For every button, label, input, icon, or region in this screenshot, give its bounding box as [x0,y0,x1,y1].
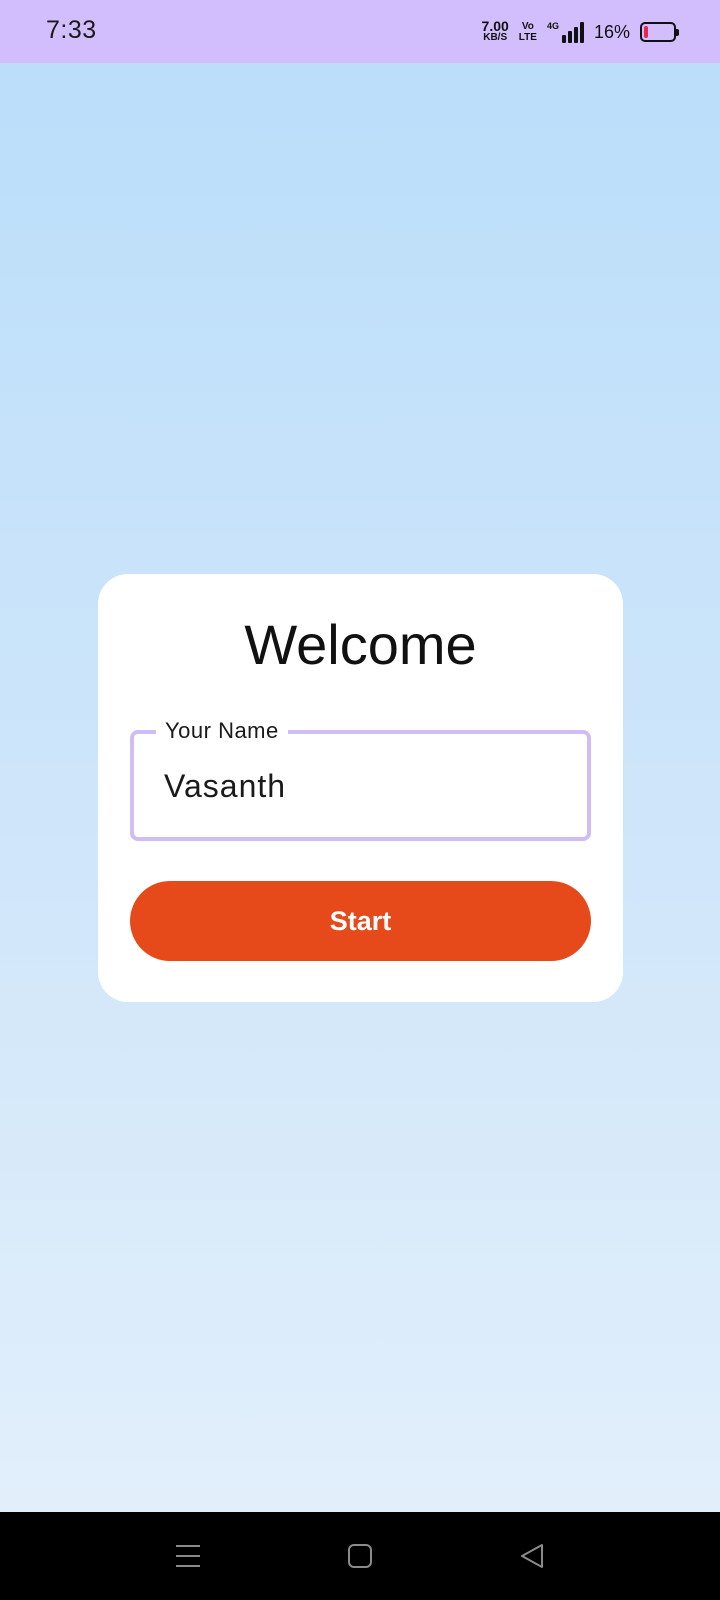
network-speed-value: 7.00 [481,18,509,34]
name-field[interactable]: Your Name [130,718,591,841]
start-button[interactable]: Start [130,881,591,961]
menu-icon[interactable] [170,1538,206,1574]
battery-percent: 16% [593,21,630,42]
welcome-title: Welcome [244,613,477,676]
navigation-bar [0,1512,720,1600]
signal-bar [561,35,566,43]
signal-bar [579,22,584,43]
main-area: Welcome Your Name Start [0,63,720,1512]
home-icon[interactable] [342,1538,378,1574]
status-time: 7:33 [46,16,97,44]
volte-icon: Vo LTE [519,21,537,43]
battery-fill [644,26,648,38]
battery-icon [640,22,679,42]
status-bar: 7:33 7.00 KB/S Vo LTE 4G 16% [0,0,720,63]
signal-bar [573,27,578,43]
welcome-card: Welcome Your Name Start [98,574,623,1002]
name-input[interactable] [164,764,564,808]
network-speed-unit: KB/S [483,32,508,43]
name-field-label: Your Name [156,718,288,744]
volte-bottom-label: LTE [518,32,537,43]
signal-bar [567,31,572,43]
network-speed-indicator: 7.00 KB/S [481,18,509,44]
back-icon[interactable] [514,1538,550,1574]
network-type-label: 4G [546,21,559,31]
volte-top-label: Vo [521,21,534,32]
status-icons: 7.00 KB/S Vo LTE 4G 16% [481,18,679,46]
signal-strength-icon: 4G [547,21,584,43]
